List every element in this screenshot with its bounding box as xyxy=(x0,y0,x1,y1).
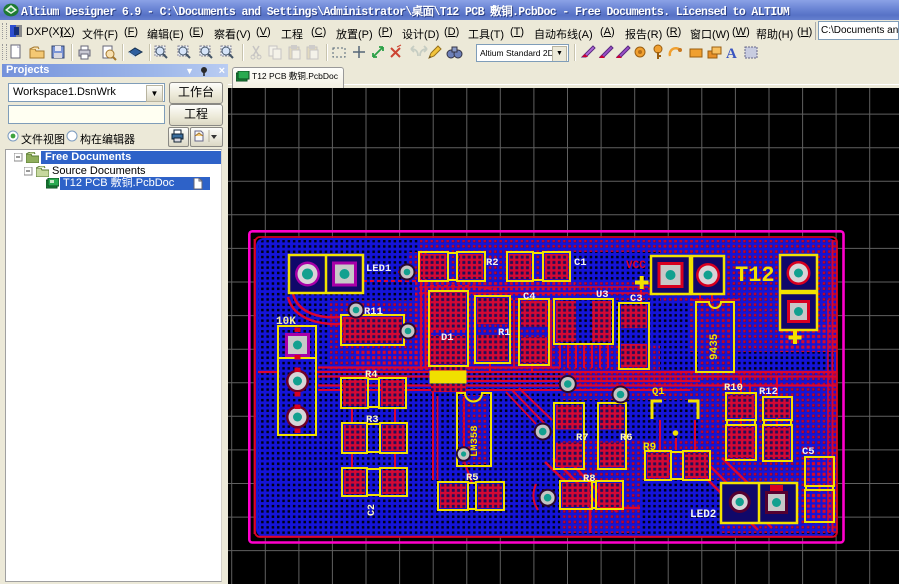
svg-text:LED2: LED2 xyxy=(690,509,716,521)
svg-text:LED1: LED1 xyxy=(366,263,391,275)
svg-text:D1: D1 xyxy=(441,332,454,344)
svg-text:Q1: Q1 xyxy=(652,386,665,398)
svg-text:R4: R4 xyxy=(365,369,378,381)
svg-text:9435: 9435 xyxy=(709,333,721,360)
svg-text:R6: R6 xyxy=(620,432,633,444)
svg-text:R8: R8 xyxy=(583,473,596,485)
svg-text:C4: C4 xyxy=(523,291,536,303)
svg-text:R2: R2 xyxy=(486,257,499,269)
svg-text:C1: C1 xyxy=(574,257,587,269)
svg-text:R10: R10 xyxy=(724,382,743,394)
svg-text:R7: R7 xyxy=(576,432,589,444)
svg-text:VCC: VCC xyxy=(626,260,646,272)
svg-text:C5: C5 xyxy=(802,446,815,458)
svg-text:A: A xyxy=(726,46,737,61)
svg-text:R5: R5 xyxy=(466,472,479,484)
svg-text:10K: 10K xyxy=(276,316,296,328)
svg-text:R1: R1 xyxy=(498,327,511,339)
svg-text:LM358: LM358 xyxy=(469,425,481,457)
svg-text:C2: C2 xyxy=(367,504,378,516)
svg-text:R9: R9 xyxy=(643,442,656,454)
svg-text:U3: U3 xyxy=(596,289,609,301)
svg-text:R11: R11 xyxy=(364,306,383,318)
svg-text:R12: R12 xyxy=(759,386,778,398)
svg-text:R3: R3 xyxy=(366,414,379,426)
svg-text:T12: T12 xyxy=(735,263,775,288)
svg-text:C3: C3 xyxy=(630,293,643,305)
